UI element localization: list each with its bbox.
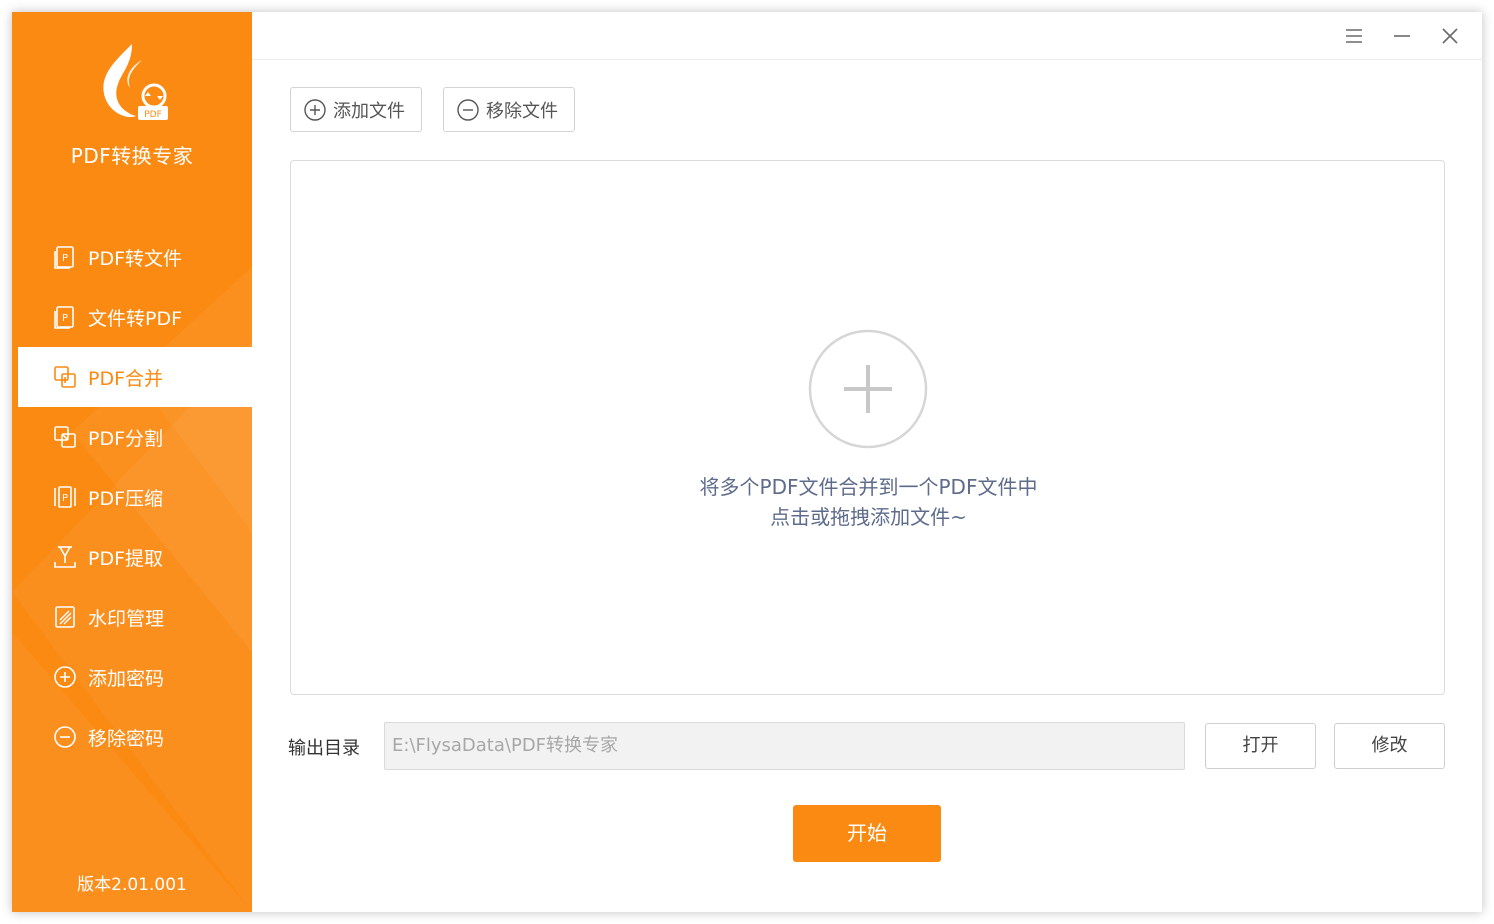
merge-icon xyxy=(52,364,78,390)
sidebar-item-label: PDF转文件 xyxy=(88,247,183,270)
sidebar: PDF PDF转换专家 P PDF转文件 P 文件转PDF PDF合并 PDF分… xyxy=(12,12,252,912)
sidebar-item-label: PDF提取 xyxy=(88,547,164,570)
add-circle-icon[interactable] xyxy=(808,329,928,449)
minimize-icon[interactable] xyxy=(1390,24,1414,48)
sidebar-item-label: PDF分割 xyxy=(88,427,164,450)
drop-hint-title: 将多个PDF文件合并到一个PDF文件中 xyxy=(699,475,1038,499)
close-icon[interactable] xyxy=(1438,24,1462,48)
app-logo: PDF xyxy=(96,42,172,124)
app-name: PDF转换专家 xyxy=(70,144,194,168)
plus-circle-icon xyxy=(303,98,327,122)
sidebar-item-pdf-to-file[interactable]: P PDF转文件 xyxy=(18,227,252,287)
sidebar-nav: P PDF转文件 P 文件转PDF PDF合并 PDF分割 P PDF压缩 PD… xyxy=(18,227,252,767)
sidebar-item-pdf-merge[interactable]: PDF合并 xyxy=(18,347,252,407)
sidebar-item-label: PDF合并 xyxy=(88,367,164,390)
modify-folder-button[interactable]: 修改 xyxy=(1334,723,1445,769)
minus-circle-icon xyxy=(456,98,480,122)
svg-text:P: P xyxy=(62,493,68,504)
sidebar-item-file-to-pdf[interactable]: P 文件转PDF xyxy=(18,287,252,347)
compress-icon: P xyxy=(52,484,78,510)
add-file-label: 添加文件 xyxy=(333,100,405,122)
sidebar-item-watermark[interactable]: 水印管理 xyxy=(18,587,252,647)
sidebar-item-add-password[interactable]: 添加密码 xyxy=(18,647,252,707)
file-drop-zone[interactable]: 将多个PDF文件合并到一个PDF文件中 点击或拖拽添加文件~ xyxy=(290,160,1445,695)
sidebar-item-pdf-extract[interactable]: PDF提取 xyxy=(18,527,252,587)
extract-icon xyxy=(52,544,78,570)
drop-hint-subtitle: 点击或拖拽添加文件~ xyxy=(770,505,967,529)
sidebar-item-remove-password[interactable]: 移除密码 xyxy=(18,707,252,767)
remove-file-label: 移除文件 xyxy=(486,100,558,122)
logo-badge: PDF xyxy=(144,110,162,120)
sidebar-item-label: 水印管理 xyxy=(88,607,165,630)
start-button[interactable]: 开始 xyxy=(793,805,941,862)
split-icon xyxy=(52,424,78,450)
sidebar-item-pdf-split[interactable]: PDF分割 xyxy=(18,407,252,467)
version-label: 版本2.01.001 xyxy=(77,875,187,895)
sidebar-item-pdf-compress[interactable]: P PDF压缩 xyxy=(18,467,252,527)
pdf-document-icon: P xyxy=(52,304,78,330)
sidebar-item-label: PDF压缩 xyxy=(88,487,164,510)
svg-text:P: P xyxy=(62,253,68,264)
app-window: PDF PDF转换专家 P PDF转文件 P 文件转PDF PDF合并 PDF分… xyxy=(12,12,1482,912)
sidebar-item-label: 移除密码 xyxy=(88,727,165,750)
sidebar-item-label: 添加密码 xyxy=(88,667,165,690)
plus-circle-icon xyxy=(52,664,78,690)
sidebar-item-label: 文件转PDF xyxy=(88,307,183,330)
remove-file-button[interactable]: 移除文件 xyxy=(443,87,575,132)
add-file-button[interactable]: 添加文件 xyxy=(290,87,422,132)
output-dir-label: 输出目录 xyxy=(288,738,360,759)
svg-text:P: P xyxy=(62,313,68,324)
menu-icon[interactable] xyxy=(1342,24,1366,48)
watermark-icon xyxy=(52,604,78,630)
minus-circle-icon xyxy=(52,724,78,750)
pdf-document-icon: P xyxy=(52,244,78,270)
open-folder-button[interactable]: 打开 xyxy=(1205,723,1316,769)
output-dir-field[interactable]: E:\FlysaData\PDF转换专家 xyxy=(384,722,1185,770)
title-bar xyxy=(252,12,1482,60)
